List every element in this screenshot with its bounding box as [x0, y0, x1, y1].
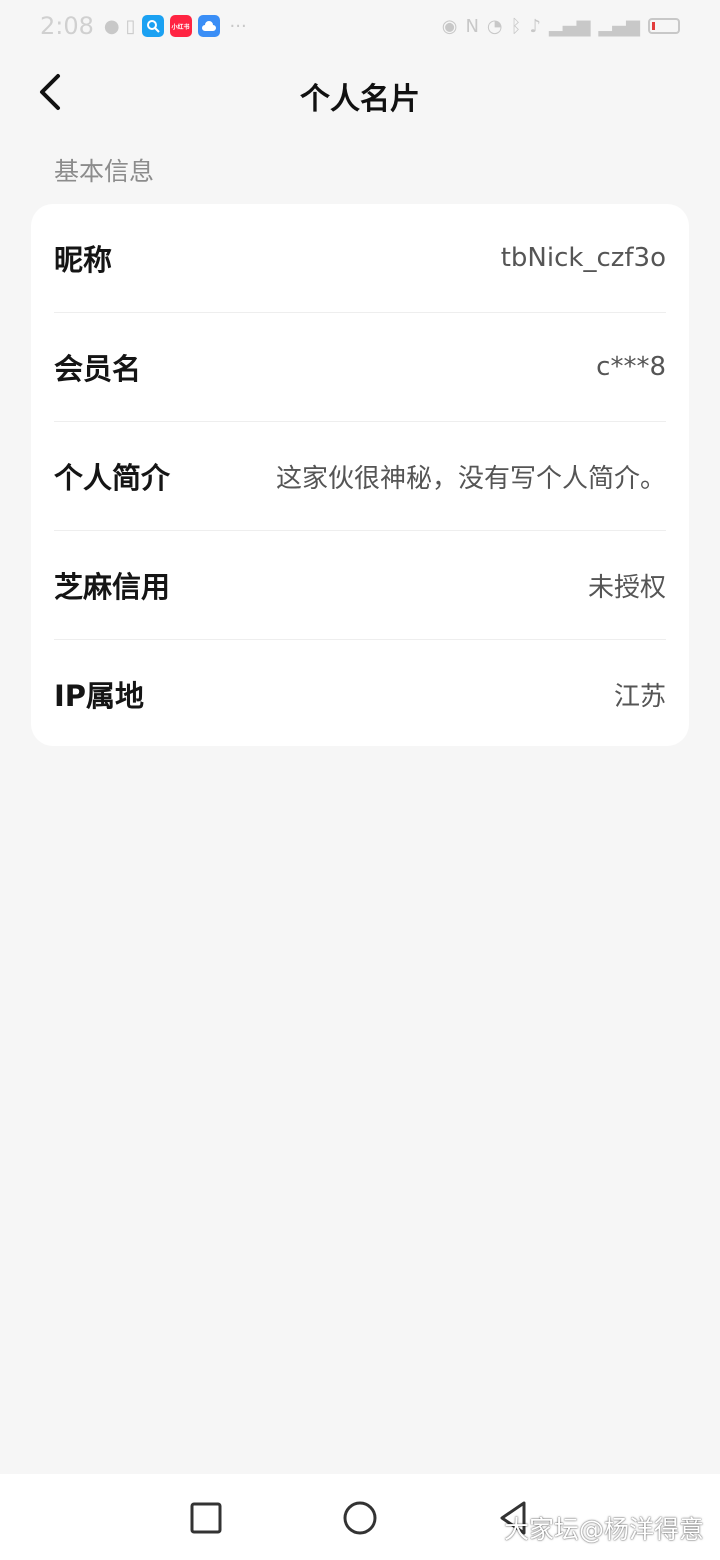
- alarm-icon: ◔: [486, 15, 503, 37]
- back-button[interactable]: [28, 70, 72, 114]
- circle-icon: [343, 1501, 377, 1535]
- page-title: 个人名片: [300, 82, 420, 117]
- bluetooth-icon: ᛒ: [510, 15, 522, 37]
- nav-bar: 个人名片: [0, 52, 720, 140]
- battery-icon: [648, 18, 680, 34]
- search-app-icon: [141, 15, 164, 37]
- eye-icon: ◉: [441, 15, 458, 37]
- mute-icon: ♪: [529, 15, 541, 37]
- row-value: 这家伙很神秘，没有写个人简介。: [275, 463, 666, 494]
- phone-icon: ▯: [125, 15, 136, 37]
- home-button[interactable]: [340, 1498, 380, 1538]
- row-label: 昵称: [54, 243, 113, 277]
- status-system-icons: ◉ N ◔ ᛒ ♪ ▂▄▆ ▂▄▆: [442, 16, 680, 37]
- screen: 2:08 ● ▯ 小红书 ··· ◉ N ◔ ᛒ ♪ ▂▄▆ ▂▄▆ 个人名片 …: [0, 0, 720, 1560]
- row-label: 会员名: [54, 352, 142, 386]
- info-card: 昵称 tbNick_czf3o 会员名 c***8 个人简介 这家伙很神秘，没有…: [31, 204, 689, 746]
- row-nickname[interactable]: 昵称 tbNick_czf3o: [54, 204, 666, 313]
- recents-button[interactable]: [186, 1498, 226, 1538]
- watermark: 大家坛@杨洋得意: [503, 1515, 704, 1544]
- signal-icon: ▂▄▆: [548, 15, 591, 37]
- status-bar: 2:08 ● ▯ 小红书 ··· ◉ N ◔ ᛒ ♪ ▂▄▆ ▂▄▆: [0, 0, 720, 52]
- row-label: 芝麻信用: [54, 570, 171, 604]
- status-notification-icons: ● ▯ 小红书 ···: [104, 15, 247, 37]
- xiaohongshu-app-icon: 小红书: [169, 15, 192, 37]
- row-value: c***8: [596, 352, 666, 382]
- more-notifications-icon: ···: [229, 15, 247, 37]
- row-sesame-credit[interactable]: 芝麻信用 未授权: [54, 531, 666, 640]
- row-ip-location[interactable]: IP属地 江苏: [54, 640, 666, 748]
- system-navigation-bar: 大家坛@杨洋得意: [0, 1474, 720, 1560]
- section-label-basic-info: 基本信息: [54, 157, 155, 186]
- status-time: 2:08: [40, 12, 94, 40]
- row-member-name[interactable]: 会员名 c***8: [54, 313, 666, 422]
- row-label: IP属地: [54, 679, 145, 713]
- row-value: 江苏: [613, 681, 666, 712]
- wechat-icon: ●: [103, 15, 120, 37]
- signal-icon-2: ▂▄▆: [598, 15, 640, 37]
- nfc-icon: N: [465, 15, 479, 37]
- square-icon: [190, 1502, 222, 1534]
- row-bio[interactable]: 个人简介 这家伙很神秘，没有写个人简介。: [54, 422, 666, 531]
- row-label: 个人简介: [54, 461, 171, 495]
- row-value: tbNick_czf3o: [500, 243, 666, 273]
- cloud-app-icon: [197, 15, 220, 37]
- chevron-left-icon: [40, 74, 60, 110]
- row-value: 未授权: [587, 572, 666, 603]
